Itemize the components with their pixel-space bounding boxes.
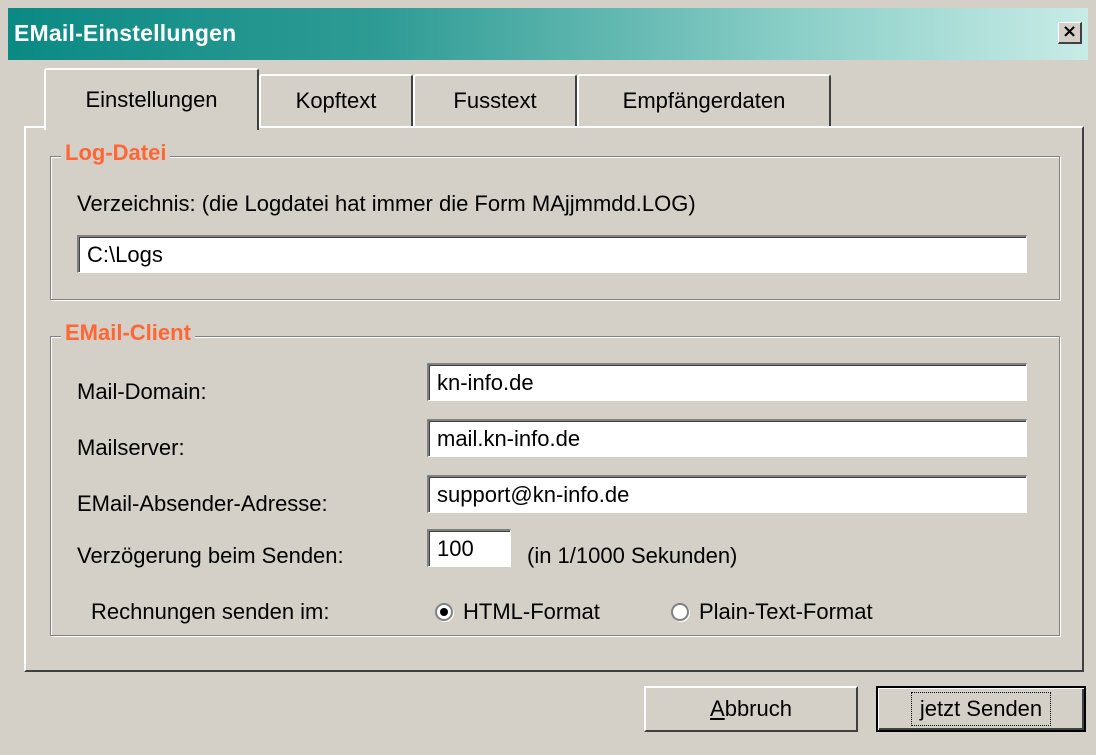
title-bar[interactable]: EMail-Einstellungen × [8,8,1088,60]
tab-kopftext[interactable]: Kopftext [259,74,413,126]
close-icon: × [1061,21,1078,42]
tab-label: Kopftext [295,88,377,113]
send-now-label: jetzt Senden [910,692,1052,726]
window-title: EMail-Einstellungen [14,20,237,46]
send-now-button[interactable]: jetzt Senden [876,686,1086,732]
html-format-label[interactable]: HTML-Format [463,599,600,625]
directory-label: Verzeichnis: (die Logdatei hat immer die… [77,191,696,216]
tab-empfaengerdaten[interactable]: Empfängerdaten [577,74,831,126]
email-group-title: EMail-Client [61,320,195,346]
invoice-format-label: Rechnungen senden im: [91,599,330,624]
tab-panel: Log-Datei Verzeichnis: (die Logdatei hat… [24,126,1084,672]
cancel-mnemonic: A [710,696,725,721]
mailserver-input[interactable]: mail.kn-info.de [427,419,1027,457]
sender-address-label: EMail-Absender-Adresse: [77,491,328,516]
send-delay-unit: (in 1/1000 Sekunden) [527,543,738,568]
tab-label: Fusstext [453,88,537,113]
email-settings-dialog: EMail-Einstellungen × Einstellungen Kopf… [0,0,1096,755]
radio-html-format[interactable] [435,603,453,621]
tab-fusstext[interactable]: Fusstext [413,74,577,126]
log-group-title: Log-Datei [61,140,171,166]
radio-plain-text-format[interactable] [671,603,689,621]
tab-label: Einstellungen [85,87,218,112]
log-directory-input[interactable]: C:\Logs [77,235,1027,273]
cancel-label: bbruch [724,696,792,721]
email-client-group: EMail-Client Mail-Domain: kn-info.de Mai… [50,320,1060,636]
tab-label: Empfängerdaten [622,88,786,113]
close-button[interactable]: × [1058,22,1082,44]
plain-text-format-label[interactable]: Plain-Text-Format [699,599,873,625]
mail-domain-label: Mail-Domain: [77,379,207,404]
send-delay-label: Verzögerung beim Senden: [77,543,344,568]
cancel-button[interactable]: Abbruch [644,686,858,732]
tab-einstellungen[interactable]: Einstellungen [44,68,259,130]
sender-address-input[interactable]: support@kn-info.de [427,475,1027,513]
mail-domain-input[interactable]: kn-info.de [427,363,1027,401]
mailserver-label: Mailserver: [77,435,185,460]
log-file-group: Log-Datei Verzeichnis: (die Logdatei hat… [50,140,1060,300]
send-delay-input[interactable]: 100 [427,529,511,567]
